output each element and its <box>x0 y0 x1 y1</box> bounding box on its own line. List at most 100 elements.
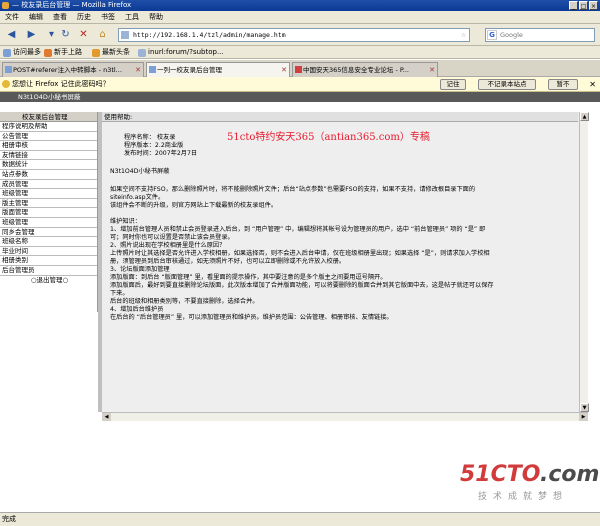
menu-bookmarks[interactable]: 书签 <box>96 11 120 24</box>
tab-antian365-forum[interactable]: 中国安天365信息安全专业论坛 - P... ✕ <box>292 62 438 77</box>
help-line: 3、论坛版面添加管理 <box>110 266 170 273</box>
sidebar-item[interactable]: 班级管理 <box>0 189 97 199</box>
scroll-up-icon[interactable]: ▲ <box>580 112 589 121</box>
menu-tools[interactable]: 工具 <box>120 11 144 24</box>
help-frame: 使用帮助: 程序名称： 校友录 程序版本：2.2商业版 发布时间：2007年2月… <box>102 112 589 412</box>
menu-edit[interactable]: 编辑 <box>24 11 48 24</box>
home-icon[interactable]: ⌂ <box>95 27 110 42</box>
sidebar-item[interactable]: 相册类别 <box>0 256 97 266</box>
horizontal-scrollbar[interactable]: ◀ ▶ <box>102 412 588 421</box>
sidebar-item[interactable]: 公告管理 <box>0 132 97 142</box>
sidebar-item[interactable]: 班级管理 <box>0 218 97 228</box>
sidebar-item[interactable]: 后台管理员 <box>0 266 97 276</box>
scroll-left-icon[interactable]: ◀ <box>102 413 111 421</box>
reload-icon[interactable]: ↻ <box>58 27 73 42</box>
stop-icon[interactable]: ✕ <box>76 27 91 42</box>
help-line: 2、照片说出现在学校相册里是什么原因？ <box>110 242 226 249</box>
never-for-site-button[interactable]: 不记录本站点 <box>478 79 536 90</box>
tab-favicon <box>149 66 156 73</box>
password-notification-bar: 您想让 Firefox 记住此密码吗？ 记住 不记录本站点 暂不 ✕ <box>0 77 600 92</box>
firefox-icon <box>2 2 9 9</box>
bookmark-getting-started[interactable]: 新手上路 <box>44 47 82 58</box>
sidebar-item[interactable]: 相册审核 <box>0 141 97 151</box>
tab-alumni-admin[interactable]: 一列一校友录后台管理 ✕ <box>146 62 290 77</box>
sidebar-item[interactable]: 班级名称 <box>0 237 97 247</box>
forward-icon[interactable]: ▶ <box>24 27 39 42</box>
close-notification-icon[interactable]: ✕ <box>589 77 596 92</box>
close-window-button[interactable]: × <box>589 1 598 10</box>
notification-text: 您想让 Firefox 记住此密码吗？ <box>12 80 110 88</box>
program-name: 程序名称： 校友录 <box>124 134 176 141</box>
bookmark-most-visited[interactable]: 访问最多 <box>3 47 41 58</box>
url-bar[interactable]: http://192.168.1.4/tzl/admin/manage.htm … <box>118 28 470 42</box>
not-now-button[interactable]: 暂不 <box>548 79 578 90</box>
help-line: 后台的班级和相册类别等，不要直接删除，选择合并。 <box>110 298 259 305</box>
menu-view[interactable]: 查看 <box>48 11 72 24</box>
close-tab-icon[interactable]: ✕ <box>135 63 141 77</box>
page-favicon <box>121 31 129 39</box>
tab-favicon <box>5 66 12 73</box>
program-version: 程序版本：2.2商业版 <box>124 142 184 149</box>
page-banner: N3t1O4D小秘书屏蔽 <box>0 92 600 102</box>
help-text: 如果空间不支持FSO，那么删除照片时，将不能删除照片文件；后台“站点参数”也需要… <box>110 186 576 322</box>
bookmark-inurl-forum[interactable]: inurl:forum/?subtop... <box>138 47 224 58</box>
help-line: 可；同时你也可以设置是否禁止该会员登录。 <box>110 234 234 241</box>
bookmark-latest-headlines[interactable]: 最新头条 <box>92 47 130 58</box>
back-icon[interactable]: ◀ <box>4 27 19 42</box>
sidebar-item[interactable]: 版主管理 <box>0 199 97 209</box>
navigation-toolbar: ◀ ▶ ▾ ↻ ✕ ⌂ http://192.168.1.4/tzl/admin… <box>0 24 600 46</box>
watermark-logo: 51CTO.com <box>460 462 600 487</box>
menu-bar: 文件 编辑 查看 历史 书签 工具 帮助 <box>0 11 600 24</box>
close-tab-icon[interactable]: ✕ <box>429 63 435 77</box>
help-line: 添加版面后，最好到要直接删除论坛版面，此次版本增加了合并版面功能，可以将要删除的… <box>110 282 494 289</box>
help-line: 在后台的 “后台管理员” 里，可以添加管理员和维护员。维护员范围：公告管理、相册… <box>110 314 393 321</box>
scroll-right-icon[interactable]: ▶ <box>579 413 588 421</box>
menu-help[interactable]: 帮助 <box>144 11 168 24</box>
search-input[interactable]: G Google <box>485 28 595 42</box>
help-line: 添加版面：到后台 “版面管理” 里，看里面的提示操作，其中要注意的是多个版主之间… <box>110 274 387 281</box>
close-tab-icon[interactable]: ✕ <box>281 63 287 77</box>
program-info: 程序名称： 校友录 程序版本：2.2商业版 发布时间：2007年2月7日 <box>124 134 197 158</box>
logout-link[interactable]: ○退出管理○ <box>0 276 97 286</box>
help-line: 维护知识： <box>110 218 141 225</box>
window-title-bar: — 校友录后台管理 — Mozilla Firefox _ □ × <box>0 0 600 11</box>
sidebar-item[interactable]: 数据统计 <box>0 160 97 170</box>
google-icon[interactable]: G <box>487 30 497 40</box>
sidebar-item[interactable]: 程序说明及帮助 <box>0 122 97 132</box>
sidebar-frame: 校友录后台管理 程序说明及帮助 公告管理 相册审核 友情链接 数据统计 站点参数… <box>0 112 98 312</box>
search-placeholder: Google <box>500 31 523 39</box>
scroll-down-icon[interactable]: ▼ <box>580 403 589 412</box>
bookmarks-toolbar: 访问最多 新手上路 最新头条 inurl:forum/?subtop... <box>0 46 600 59</box>
minimize-button[interactable]: _ <box>569 1 578 10</box>
rss-icon <box>92 49 100 57</box>
sidebar-item[interactable]: 版面管理 <box>0 208 97 218</box>
help-line: 1、增加前台管理人员和禁止会员登录进入后台，到 “用户管理” 中，编辑想将其帐号… <box>110 226 486 233</box>
page-content: 校友录后台管理 程序说明及帮助 公告管理 相册审核 友情链接 数据统计 站点参数… <box>0 102 600 512</box>
maximize-button[interactable]: □ <box>579 1 588 10</box>
sidebar-item[interactable]: 成员管理 <box>0 180 97 190</box>
bookmark-star-icon[interactable]: ☆ <box>461 29 466 41</box>
help-body: 程序名称： 校友录 程序版本：2.2商业版 发布时间：2007年2月7日 51c… <box>110 126 576 356</box>
vertical-scrollbar[interactable]: ▲ ▼ <box>579 112 589 412</box>
key-icon <box>2 80 10 88</box>
release-date: 发布时间：2007年2月7日 <box>124 150 198 157</box>
watermark-slogan: 技术成就梦想 <box>478 492 569 502</box>
help-line: 4、增加后台维护员 <box>110 306 164 313</box>
sidebar-item[interactable]: 友情链接 <box>0 151 97 161</box>
help-line: 如果空间不支持FSO，那么删除照片时，将不能删除照片文件；后台“站点参数”也需要… <box>110 186 476 193</box>
remember-button[interactable]: 记住 <box>440 79 466 90</box>
dropdown-icon[interactable]: ▾ <box>44 27 59 42</box>
sidebar-item[interactable]: 毕业时间 <box>0 247 97 257</box>
status-text: 完成 <box>2 515 16 523</box>
sidebar-header: 校友录后台管理 <box>0 112 97 122</box>
help-line: 下来。 <box>110 290 129 297</box>
help-header: 使用帮助: <box>102 112 578 122</box>
menu-history[interactable]: 历史 <box>72 11 96 24</box>
menu-file[interactable]: 文件 <box>0 11 24 24</box>
sidebar-item[interactable]: 同乡会管理 <box>0 228 97 238</box>
help-line: 该组件会不断的升级，则官方网站上下载最新的校友录组件。 <box>110 202 278 209</box>
sidebar-item[interactable]: 站点参数 <box>0 170 97 180</box>
url-text: http://192.168.1.4/tzl/admin/manage.htm <box>133 31 286 39</box>
page-icon <box>138 49 146 57</box>
tab-post-referer[interactable]: POST#referer注入中转脚本 - n3tl... ✕ <box>2 62 144 77</box>
